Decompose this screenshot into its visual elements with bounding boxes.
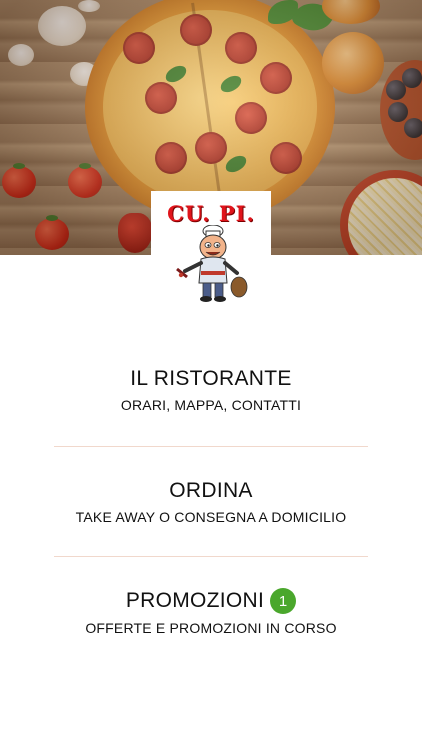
logo-text: CU. PI. bbox=[167, 201, 255, 226]
menu-item-title: ORDINA bbox=[169, 479, 253, 502]
menu-item-title: IL RISTORANTE bbox=[130, 367, 292, 390]
logo: CU. PI. bbox=[151, 191, 271, 307]
menu-item-subtitle: ORARI, MAPPA, CONTATTI bbox=[120, 397, 302, 413]
chef-mascot-icon bbox=[176, 225, 248, 302]
menu-item-title: PROMOZIONI bbox=[125, 589, 265, 612]
divider bbox=[54, 556, 368, 557]
menu-item-ordina[interactable]: ORDINA TAKE AWAY O CONSEGNA A DOMICILIO bbox=[54, 479, 368, 525]
promo-count-badge: 1 bbox=[270, 588, 297, 614]
menu-item-subtitle: TAKE AWAY O CONSEGNA A DOMICILIO bbox=[75, 509, 347, 525]
menu-item-promozioni[interactable]: PROMOZIONI 1 OFFERTE E PROMOZIONI IN COR… bbox=[54, 588, 368, 636]
menu-item-subtitle: OFFERTE E PROMOZIONI IN CORSO bbox=[85, 620, 337, 636]
divider bbox=[54, 446, 368, 447]
menu-item-ristorante[interactable]: IL RISTORANTE ORARI, MAPPA, CONTATTI bbox=[54, 367, 368, 413]
menu-item-title-row: PROMOZIONI 1 bbox=[125, 588, 297, 614]
